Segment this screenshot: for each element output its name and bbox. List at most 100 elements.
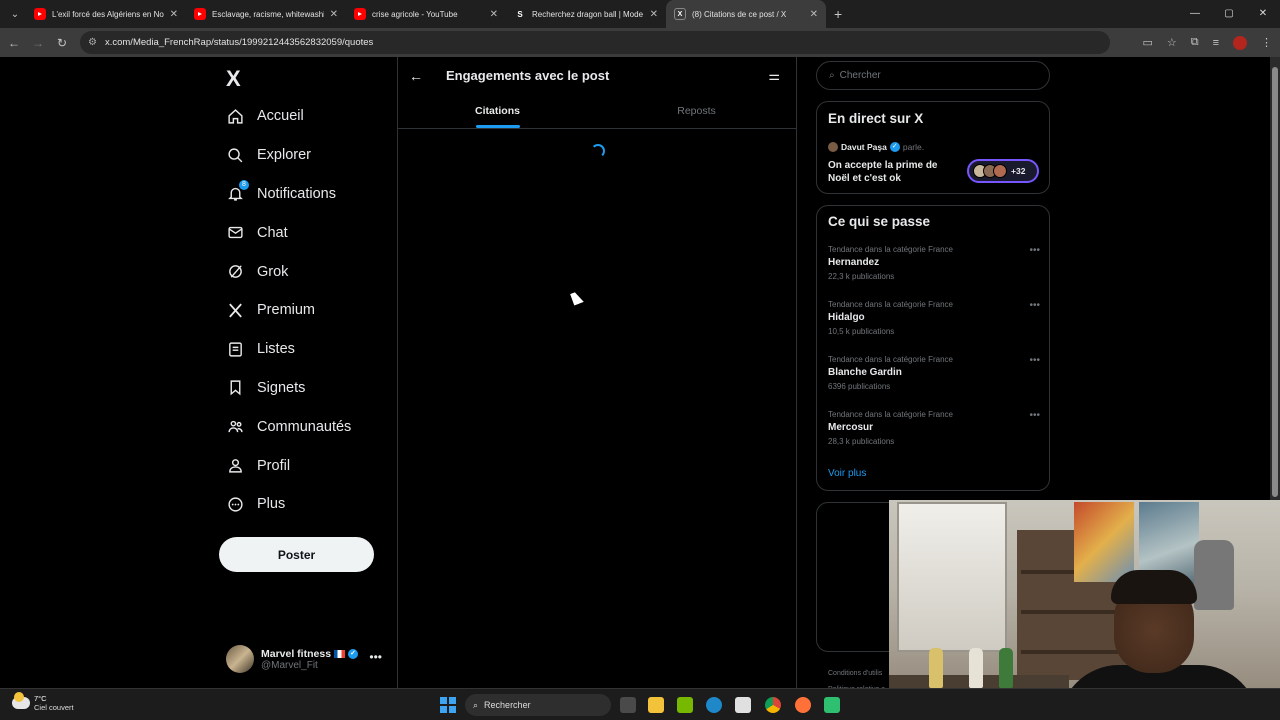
sidebar-item-listes[interactable]: Listes <box>226 330 351 369</box>
sidebar-item-label: Grok <box>257 263 289 280</box>
sidebar-item-chat[interactable]: Chat <box>226 213 351 252</box>
file-explorer-icon[interactable] <box>648 697 664 713</box>
trend-name: Hidalgo <box>828 312 865 323</box>
extensions-icon[interactable]: ⧉ <box>1191 36 1199 49</box>
taskbar-search-label: Rechercher <box>484 700 531 710</box>
sidebar-item-signets[interactable]: Signets <box>226 369 351 408</box>
back-arrow-icon[interactable]: ← <box>409 68 423 84</box>
store-icon[interactable] <box>735 697 751 713</box>
close-icon[interactable]: ✕ <box>170 9 178 20</box>
browser-tab-bar: ⌄ L'exil forcé des Algériens en No ✕ Esc… <box>0 0 1280 28</box>
menu-icon[interactable]: ⋮ <box>1261 36 1272 49</box>
sidebar-item-grok[interactable]: Grok <box>226 252 351 291</box>
sidebar-item-communautes[interactable]: Communautés <box>226 407 351 446</box>
engagement-tabs: Citations Reposts <box>398 95 796 129</box>
close-icon[interactable]: ✕ <box>490 9 498 20</box>
see-more-link[interactable]: Voir plus <box>828 468 866 479</box>
x-logo[interactable]: X <box>226 66 241 92</box>
url-text: x.com/Media_FrenchRap/status/19992124435… <box>104 37 374 48</box>
trend-category: Tendance dans la catégorie France <box>828 355 953 364</box>
start-button[interactable] <box>440 697 456 713</box>
more-dots-icon[interactable]: ••• <box>1029 355 1040 366</box>
more-dots-icon[interactable]: ••• <box>1029 245 1040 256</box>
sidebar-item-profil[interactable]: Profil <box>226 446 351 485</box>
trend-name: Hernandez <box>828 257 880 268</box>
person-icon <box>226 457 244 475</box>
browser-tab-active[interactable]: X (8) Citations de ce post / X ✕ <box>666 0 826 28</box>
youtube-icon <box>34 8 46 20</box>
url-bar[interactable]: ⚙ x.com/Media_FrenchRap/status/199921244… <box>80 31 1110 54</box>
trend-item[interactable]: Tendance dans la catégorie France Blanch… <box>828 355 1040 391</box>
browser-tab[interactable]: Esclavage, racisme, whitewashin ✕ <box>186 0 346 28</box>
sidebar-item-label: Communautés <box>257 418 352 435</box>
listener-count: +32 <box>1011 166 1026 176</box>
sidebar-item-label: Chat <box>257 224 288 241</box>
cloud-icon <box>12 692 30 709</box>
back-arrow-icon[interactable]: ← <box>2 36 26 50</box>
live-card[interactable]: En direct sur X Davut Paşa ✓ parle. On a… <box>816 101 1050 194</box>
main-column: ← Engagements avec le post ⚌ Citations R… <box>397 57 797 688</box>
weather-desc: Ciel couvert <box>34 703 74 712</box>
app-icon[interactable] <box>824 697 840 713</box>
more-dots-icon[interactable]: ••• <box>1029 410 1040 421</box>
cast-icon[interactable]: ▭ <box>1142 36 1152 49</box>
trends-card: Ce qui se passe Tendance dans la catégor… <box>816 205 1050 491</box>
webcam-bottle <box>929 648 943 688</box>
tab-reposts[interactable]: Reposts <box>597 95 796 128</box>
profile-avatar[interactable] <box>1233 35 1247 50</box>
sidebar-item-explorer[interactable]: Explorer <box>226 136 351 175</box>
footer-link[interactable]: Conditions d'utilis <box>828 666 885 682</box>
live-listeners-pill[interactable]: +32 <box>967 159 1039 183</box>
live-card-title: En direct sur X <box>828 111 924 126</box>
minimize-button[interactable]: — <box>1178 0 1212 28</box>
edge-icon[interactable] <box>706 697 722 713</box>
loading-spinner <box>591 144 605 158</box>
verified-icon: ✓ <box>889 142 900 152</box>
nvidia-icon[interactable] <box>677 697 693 713</box>
browser-tab[interactable]: crise agricole - YouTube ✕ <box>346 0 506 28</box>
post-button[interactable]: Poster <box>219 537 374 572</box>
trend-name: Blanche Gardin <box>828 367 902 378</box>
forward-arrow-icon[interactable]: → <box>26 36 50 50</box>
trend-item[interactable]: Tendance dans la catégorie France Mercos… <box>828 410 1040 446</box>
search-icon <box>226 146 244 164</box>
more-dots-icon[interactable]: ••• <box>369 650 382 664</box>
sidebar-item-plus[interactable]: Plus <box>226 485 351 524</box>
weather-widget[interactable]: 7°C Ciel couvert <box>12 692 74 712</box>
verified-icon: ✓ <box>348 648 359 659</box>
bookmark-star-icon[interactable]: ☆ <box>1167 36 1177 49</box>
task-view-icon[interactable] <box>620 697 636 713</box>
site-info-icon[interactable]: ⚙ <box>88 37 97 48</box>
webcam-window <box>897 502 1007 652</box>
taskbar-search[interactable]: ⌕ Rechercher <box>465 694 611 716</box>
search-input[interactable]: ⌕ Chercher <box>816 61 1050 90</box>
page-title: Engagements avec le post <box>446 68 610 83</box>
more-dots-icon[interactable]: ••• <box>1029 300 1040 311</box>
browser-tab[interactable]: S Recherchez dragon ball | Mode ✕ <box>506 0 666 28</box>
trend-item[interactable]: Tendance dans la catégorie France Hidalg… <box>828 300 1040 336</box>
sidebar-item-accueil[interactable]: Accueil <box>226 97 351 136</box>
close-icon[interactable]: ✕ <box>330 9 338 20</box>
reload-icon[interactable]: ↻ <box>50 36 74 50</box>
account-switcher[interactable]: Marvel fitness ✓ @Marvel_Fit ••• <box>226 644 386 674</box>
trend-item[interactable]: Tendance dans la catégorie France Hernan… <box>828 245 1040 281</box>
filter-sliders-icon[interactable]: ⚌ <box>768 68 780 84</box>
close-icon[interactable]: ✕ <box>810 9 818 20</box>
tab-search-button[interactable]: ⌄ <box>4 4 26 24</box>
host-name: Davut Paşa <box>841 142 887 152</box>
page-scrollbar[interactable] <box>1270 57 1280 500</box>
window-close-button[interactable]: ✕ <box>1246 0 1280 28</box>
firefox-icon[interactable] <box>795 697 811 713</box>
close-icon[interactable]: ✕ <box>650 9 658 20</box>
webcam-bottle <box>969 648 983 688</box>
media-icon[interactable]: ≡ <box>1213 37 1219 49</box>
sidebar-item-premium[interactable]: Premium <box>226 291 351 330</box>
sidebar-item-notifications[interactable]: 8 Notifications <box>226 175 351 214</box>
account-name: Marvel fitness <box>261 647 332 660</box>
maximize-button[interactable]: ▢ <box>1212 0 1246 28</box>
tab-citations[interactable]: Citations <box>398 95 597 128</box>
scrollbar-thumb[interactable] <box>1272 67 1278 497</box>
chrome-icon[interactable] <box>765 697 781 713</box>
browser-tab[interactable]: L'exil forcé des Algériens en No ✕ <box>26 0 186 28</box>
new-tab-button[interactable]: + <box>834 6 842 22</box>
